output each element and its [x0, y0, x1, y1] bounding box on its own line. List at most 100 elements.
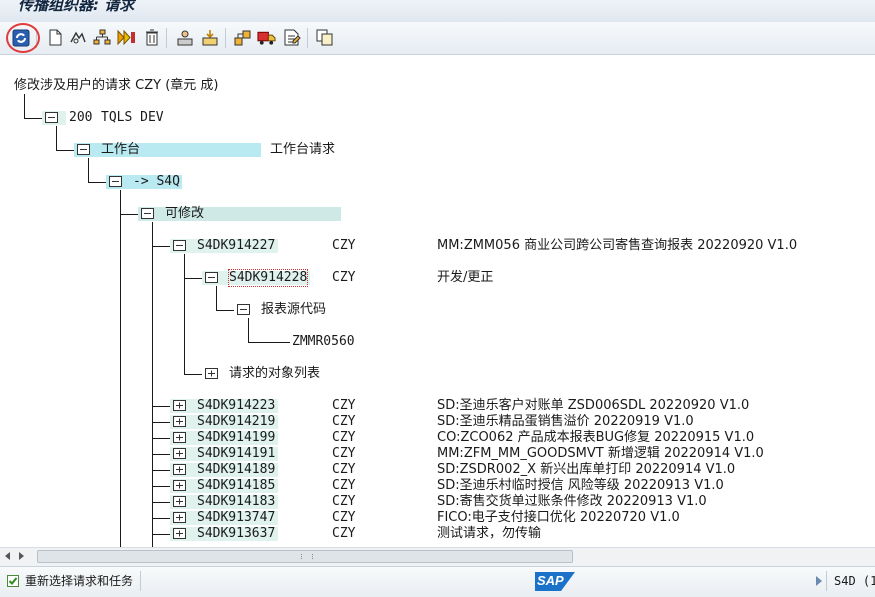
request-row[interactable]: S4DK914185 CZY SD:圣迪乐村临时授信 风险等级 20220913…: [170, 478, 790, 494]
task-owner: CZY: [332, 270, 356, 285]
request-owner: CZY: [332, 526, 356, 541]
documentation-icon[interactable]: [282, 28, 301, 47]
new-document-icon[interactable]: [45, 28, 64, 47]
request-row[interactable]: S4DK913637 CZY 测试请求，勿传输: [170, 526, 790, 542]
tree-line: [152, 222, 153, 547]
tree-node-target[interactable]: -> S4Q: [106, 174, 186, 189]
copy-icon[interactable]: [315, 28, 334, 47]
tree-line: [24, 94, 25, 119]
tree-node-modifiable[interactable]: 可修改: [138, 206, 342, 221]
system-id[interactable]: S4D (1): [834, 573, 875, 589]
delete-icon[interactable]: [142, 28, 161, 47]
folder-closed-icon[interactable]: [205, 368, 218, 379]
tree-line: [184, 254, 185, 375]
request-row[interactable]: S4DK913747 CZY FICO:电子支付接口优化 20220720 V1…: [170, 510, 790, 526]
request-owner: CZY: [332, 478, 356, 493]
folder-open-icon[interactable]: [205, 272, 218, 283]
folder-closed-icon[interactable]: [173, 528, 186, 539]
request-tree: 修改涉及用户的请求 CZY (章元 成) 200 TQLS DEV 工作台 工作…: [0, 55, 875, 547]
hierarchy-icon[interactable]: [92, 28, 111, 47]
tree-node-client[interactable]: 200 TQLS DEV: [42, 110, 164, 125]
status-bar: 重新选择请求和任务 SAP S4D (1): [0, 566, 875, 597]
request-row[interactable]: S4DK914227 CZY MM:ZMM056 商业公司跨公司寄售查询报表 2…: [170, 238, 840, 254]
folder-open-icon[interactable]: [173, 240, 186, 251]
tree-line: [152, 518, 170, 519]
display-change-icon[interactable]: [68, 28, 87, 47]
client-code: 200: [69, 110, 93, 125]
request-desc: MM:ZFM_MM_GOODSMVT 新增逻辑 20220914 V1.0: [437, 446, 764, 461]
tree-line: [216, 286, 217, 311]
request-owner: CZY: [332, 462, 356, 477]
request-id[interactable]: S4DK914219: [197, 414, 275, 430]
object-name[interactable]: ZMMR0560: [292, 334, 355, 350]
object-list-label: 请求的对象列表: [229, 366, 321, 381]
tree-line: [152, 438, 170, 439]
folder-closed-icon[interactable]: [173, 464, 186, 475]
modifiable-label: 可修改: [165, 206, 205, 221]
tree-node-workbench[interactable]: 工作台 工作台请求: [74, 142, 374, 157]
tree-line: [120, 214, 138, 215]
request-id[interactable]: S4DK914185: [197, 478, 275, 494]
transport-release-icon[interactable]: [117, 28, 136, 47]
scroll-left-icon[interactable]: [5, 552, 10, 560]
tree-line: [88, 182, 106, 183]
request-id[interactable]: S4DK914223: [197, 398, 275, 414]
request-owner: CZY: [332, 414, 356, 429]
truck-transport-icon[interactable]: [257, 28, 276, 47]
request-desc: SD:圣迪乐客户对账单 ZSD006SDL 20220920 V1.0: [437, 398, 750, 413]
tree-node-object-list[interactable]: 请求的对象列表: [202, 366, 362, 381]
request-row[interactable]: S4DK914219 CZY SD:圣迪乐精品蛋销售溢价 20220919 V1…: [170, 414, 790, 430]
folder-open-icon[interactable]: [141, 208, 154, 219]
request-row[interactable]: S4DK914223 CZY SD:圣迪乐客户对账单 ZSD006SDL 202…: [170, 398, 790, 414]
request-owner: CZY: [332, 398, 356, 413]
request-id[interactable]: S4DK914227: [197, 238, 275, 254]
target-label: -> S4Q: [133, 174, 180, 189]
include-objects-icon[interactable]: [200, 28, 219, 47]
request-id[interactable]: S4DK913747: [197, 510, 275, 526]
request-row[interactable]: S4DK914183 CZY SD:寄售交货单过账条件修改 20220913 V…: [170, 494, 790, 510]
folder-open-icon[interactable]: [77, 144, 90, 155]
tree-root-label: 修改涉及用户的请求 CZY (章元 成): [14, 78, 219, 93]
tree-line: [184, 278, 202, 279]
request-id[interactable]: S4DK913637: [197, 526, 275, 542]
folder-closed-icon[interactable]: [173, 416, 186, 427]
tree-node-object-type[interactable]: 报表源代码: [234, 302, 354, 317]
change-owner-icon[interactable]: [175, 28, 194, 47]
check-objects-icon[interactable]: [233, 28, 252, 47]
status-check-icon[interactable]: [7, 575, 19, 587]
task-id[interactable]: S4DK914228: [227, 269, 309, 287]
request-desc: CO:ZCO062 产品成本报表BUG修复 20220915 V1.0: [437, 430, 755, 445]
folder-closed-icon[interactable]: [173, 496, 186, 507]
folder-closed-icon[interactable]: [173, 512, 186, 523]
folder-closed-icon[interactable]: [173, 432, 186, 443]
request-desc: SD:圣迪乐村临时授信 风险等级 20220913 V1.0: [437, 478, 724, 493]
system-info-icon[interactable]: [816, 576, 822, 586]
request-row[interactable]: S4DK914189 CZY SD:ZSDR002_X 新兴出库单打印 2022…: [170, 462, 790, 478]
request-id[interactable]: S4DK914199: [197, 430, 275, 446]
tree-line: [24, 118, 42, 119]
request-owner: CZY: [332, 446, 356, 461]
folder-open-icon[interactable]: [109, 176, 122, 187]
scroll-right-icon[interactable]: [19, 552, 24, 560]
request-owner: CZY: [332, 494, 356, 509]
request-desc: SD:寄售交货单过账条件修改 20220913 V1.0: [437, 494, 707, 509]
request-id[interactable]: S4DK914189: [197, 462, 275, 478]
application-toolbar: [0, 22, 875, 55]
tree-line: [248, 342, 290, 343]
request-owner: CZY: [332, 238, 356, 253]
request-desc: MM:ZMM056 商业公司跨公司寄售查询报表 20220920 V1.0: [437, 238, 798, 253]
folder-closed-icon[interactable]: [173, 400, 186, 411]
folder-open-icon[interactable]: [237, 304, 250, 315]
folder-closed-icon[interactable]: [173, 480, 186, 491]
scroll-thumb[interactable]: [37, 550, 573, 563]
request-row[interactable]: S4DK914199 CZY CO:ZCO062 产品成本报表BUG修复 202…: [170, 430, 790, 446]
request-id[interactable]: S4DK914191: [197, 446, 275, 462]
task-desc: 开发/更正: [437, 270, 494, 285]
tree-line: [56, 150, 74, 151]
horizontal-scrollbar[interactable]: [0, 547, 875, 566]
request-id[interactable]: S4DK914183: [197, 494, 275, 510]
request-row[interactable]: S4DK914191 CZY MM:ZFM_MM_GOODSMVT 新增逻辑 2…: [170, 446, 790, 462]
folder-open-icon[interactable]: [45, 112, 58, 123]
folder-closed-icon[interactable]: [173, 448, 186, 459]
task-row[interactable]: S4DK914228 CZY 开发/更正: [202, 269, 522, 287]
